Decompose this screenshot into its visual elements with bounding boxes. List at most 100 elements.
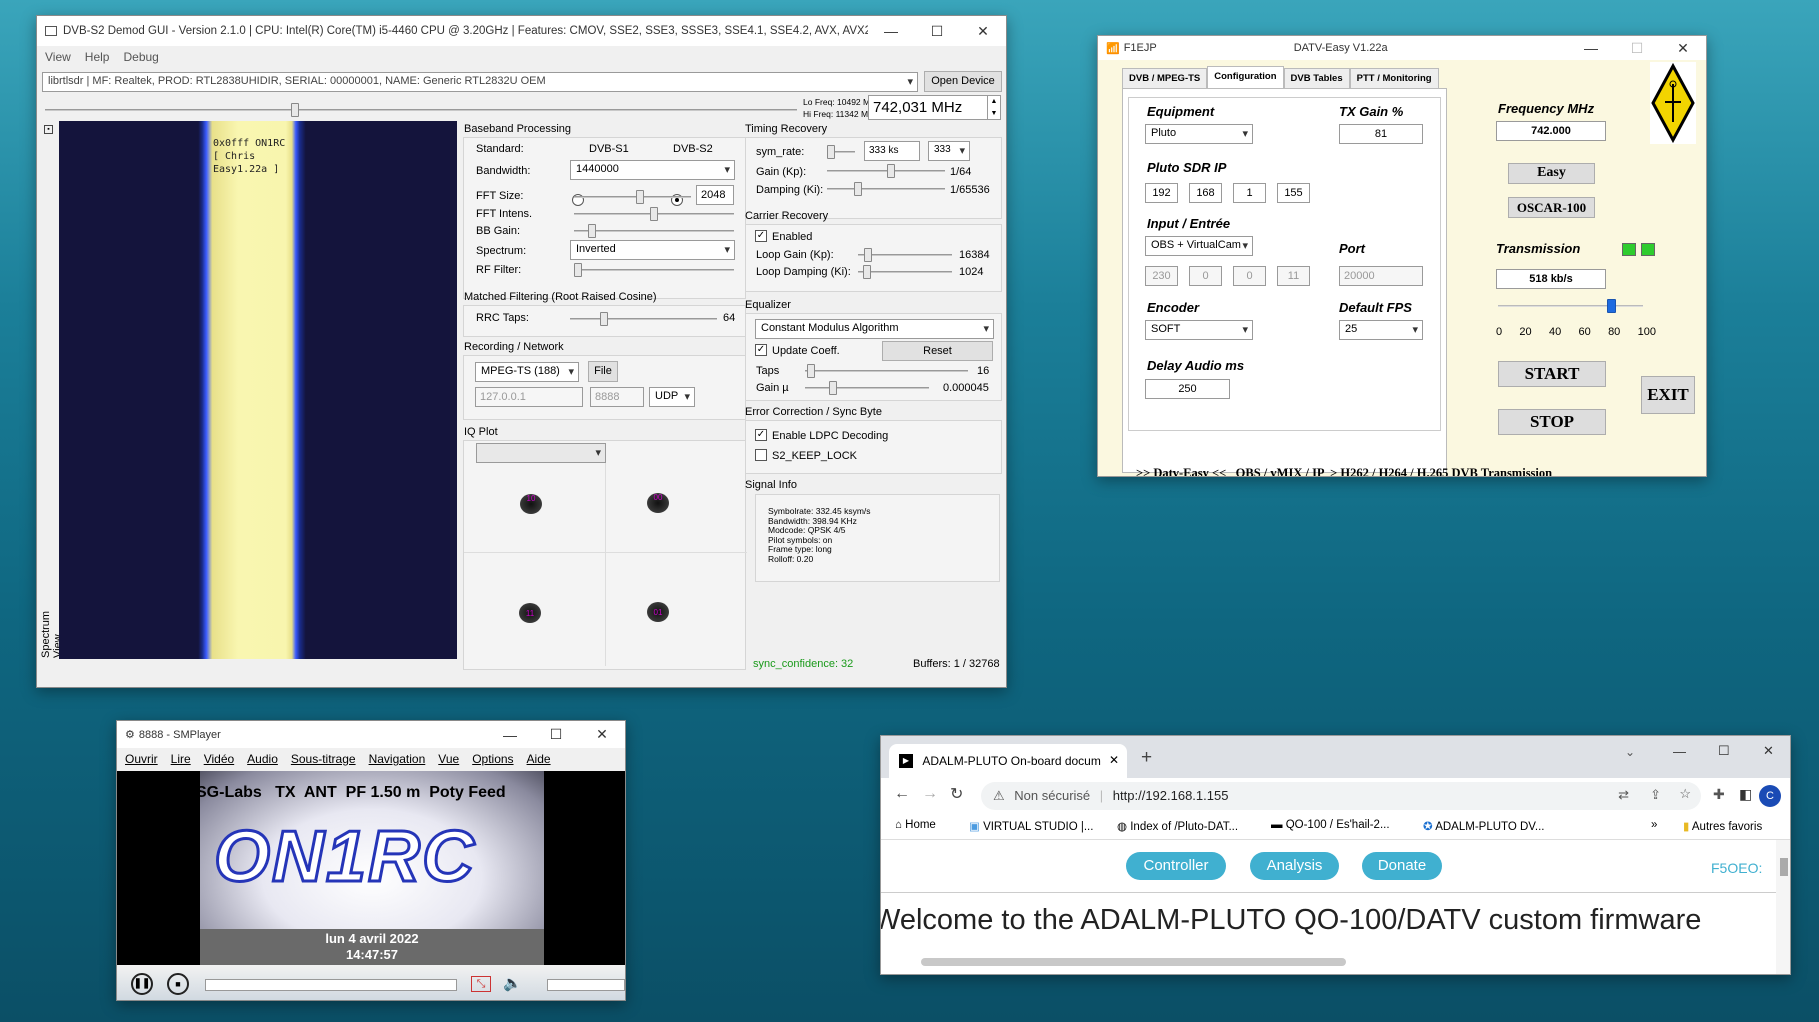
volume-bar[interactable] — [547, 979, 625, 991]
maximize-icon[interactable]: ☐ — [914, 23, 960, 40]
minimize-icon[interactable]: — — [1568, 40, 1614, 56]
freq-offset-slider[interactable] — [45, 103, 797, 117]
equalizer-algo-select[interactable]: Constant Modulus Algorithm — [755, 319, 994, 339]
menu-audio[interactable]: Audio — [247, 752, 278, 766]
loop-damping-slider[interactable] — [858, 265, 952, 279]
freq-spin-arrows[interactable]: ▲ ▼ — [987, 95, 1001, 120]
file-button[interactable]: File — [588, 361, 618, 382]
encoder-select[interactable]: SOFT — [1145, 320, 1253, 340]
bookmark-star-icon[interactable]: ☆ — [1679, 786, 1691, 802]
minimize-icon[interactable]: — — [868, 23, 914, 39]
menu-help[interactable]: Help — [85, 50, 110, 64]
menu-aide[interactable]: Aide — [527, 752, 551, 766]
recording-format-select[interactable]: MPEG-TS (188) — [475, 362, 579, 382]
eq-taps-slider[interactable] — [805, 364, 968, 378]
start-button[interactable]: START — [1498, 361, 1606, 387]
slider-handle[interactable] — [291, 103, 299, 117]
maximize-icon[interactable]: ☐ — [1718, 743, 1730, 759]
fft-size-slider[interactable] — [574, 190, 691, 204]
rrc-taps-slider[interactable] — [570, 312, 717, 326]
device-select[interactable]: librtlsdr | MF: Realtek, PROD: RTL2838UH… — [42, 72, 918, 92]
frequency-spinbox[interactable]: 742,031 MHz — [868, 95, 990, 120]
sidepanel-icon[interactable]: ◧ — [1739, 786, 1752, 803]
port-input[interactable]: 20000 — [1339, 266, 1423, 286]
bookmark-virtual-studio[interactable]: ▣ VIRTUAL STUDIO |... — [969, 819, 1093, 833]
open-device-button[interactable]: Open Device — [924, 71, 1002, 92]
slider-handle[interactable] — [650, 207, 658, 221]
reload-icon[interactable]: ↻ — [950, 784, 963, 804]
fft-size-input[interactable]: 2048 — [696, 185, 734, 205]
ip-octet-2[interactable]: 168 — [1189, 183, 1222, 203]
bookmark-other[interactable]: ▮ Autres favoris — [1683, 819, 1762, 833]
forward-icon[interactable]: → — [922, 785, 938, 803]
controller-button[interactable]: Controller — [1126, 852, 1226, 880]
pause-icon[interactable]: ❚❚ — [131, 973, 153, 995]
mcast-octet-4[interactable]: 11 — [1277, 266, 1310, 286]
bookmark-qo100[interactable]: ▬ QO-100 / Es'hail-2... — [1271, 819, 1390, 831]
slider-handle[interactable] — [864, 248, 872, 262]
slider-handle[interactable] — [636, 190, 644, 204]
stop-icon[interactable]: ■ — [167, 973, 189, 995]
loop-gain-slider[interactable] — [858, 248, 952, 262]
reset-button[interactable]: Reset — [882, 341, 993, 361]
menu-ouvrir[interactable]: Ouvrir — [125, 752, 158, 766]
sym-rate-input[interactable]: 333 ks — [864, 141, 920, 161]
address-bar[interactable]: ⚠ Non sécurisé | http://192.168.1.155 ⇄ … — [981, 782, 1701, 810]
timing-damping-slider[interactable] — [827, 182, 945, 196]
minimize-icon[interactable]: — — [1673, 744, 1686, 759]
close-icon[interactable]: ✕ — [579, 726, 625, 743]
maximize-icon[interactable]: ☐ — [1614, 40, 1660, 57]
fps-select[interactable]: 25 — [1339, 320, 1423, 340]
fullscreen-icon[interactable]: ⤡ — [471, 976, 491, 992]
browser-tab[interactable]: ▶ ADALM-PLUTO On-board docum ✕ — [889, 744, 1127, 778]
rate-slider[interactable] — [1498, 299, 1643, 313]
close-icon[interactable]: ✕ — [1763, 743, 1774, 759]
menu-options[interactable]: Options — [472, 752, 513, 766]
easy-button[interactable]: Easy — [1508, 163, 1595, 184]
timing-gain-slider[interactable] — [827, 164, 945, 178]
fft-intens-slider[interactable] — [574, 207, 734, 221]
close-icon[interactable]: ✕ — [1660, 40, 1706, 57]
translate-icon[interactable]: ⇄ — [1618, 787, 1629, 803]
mcast-octet-2[interactable]: 0 — [1189, 266, 1222, 286]
tab-configuration[interactable]: Configuration — [1207, 66, 1284, 89]
network-proto-select[interactable]: UDP — [649, 387, 695, 407]
rf-filter-slider[interactable] — [574, 263, 734, 277]
sym-rate-slider[interactable] — [827, 145, 855, 159]
bookmark-adalm[interactable]: ✪ ADALM-PLUTO DV... — [1423, 819, 1545, 833]
more-bookmarks-icon[interactable]: » — [1651, 819, 1657, 831]
menu-sous-titrage[interactable]: Sous-titrage — [291, 752, 356, 766]
equipment-select[interactable]: Pluto — [1145, 124, 1253, 144]
tx-gain-input[interactable]: 81 — [1339, 124, 1423, 144]
smplayer-titlebar[interactable]: ⚙ 8888 - SMPlayer — ☐ ✕ — [117, 721, 625, 748]
menu-video[interactable]: Vidéo — [204, 752, 234, 766]
bookmark-home[interactable]: ⌂ Home — [895, 819, 936, 831]
exit-button[interactable]: EXIT — [1641, 376, 1695, 414]
slider-handle[interactable] — [887, 164, 895, 178]
keep-lock-checkbox[interactable] — [755, 449, 767, 461]
bookmark-pluto-dat[interactable]: ◍ Index of /Pluto-DAT... — [1117, 819, 1238, 833]
oscar-100-button[interactable]: OSCAR-100 — [1508, 197, 1595, 218]
bb-gain-slider[interactable] — [574, 224, 734, 238]
vertical-scrollbar[interactable] — [1776, 840, 1790, 974]
dvb-titlebar[interactable]: DVB-S2 Demod GUI - Version 2.1.0 | CPU: … — [37, 16, 1006, 46]
carrier-enabled-checkbox[interactable]: ✓ — [755, 230, 767, 242]
seek-bar[interactable] — [205, 979, 457, 991]
eq-gain-slider[interactable] — [805, 381, 929, 395]
tab-search-icon[interactable]: ⌄ — [1625, 745, 1635, 759]
horizontal-scrollbar[interactable] — [921, 958, 1346, 966]
close-icon[interactable]: ✕ — [960, 23, 1006, 40]
tab-dvb-mpegts[interactable]: DVB / MPEG-TS — [1122, 68, 1208, 89]
ip-octet-4[interactable]: 155 — [1277, 183, 1310, 203]
mcast-octet-1[interactable]: 230 — [1145, 266, 1178, 286]
datv-titlebar[interactable]: 📶 F1EJP DATV-Easy V1.22a — ☐ ✕ — [1098, 36, 1706, 60]
input-select[interactable]: OBS + VirtualCam — [1145, 236, 1253, 256]
profile-avatar[interactable]: C — [1759, 785, 1781, 807]
spectrum-select[interactable]: Inverted — [570, 240, 735, 260]
mcast-octet-3[interactable]: 0 — [1233, 266, 1266, 286]
sym-rate-select[interactable]: 333 — [928, 141, 970, 161]
menu-vue[interactable]: Vue — [438, 752, 459, 766]
minimize-icon[interactable]: — — [487, 727, 533, 743]
slider-handle[interactable] — [574, 263, 582, 277]
waterfall-display[interactable]: 0x0fff ON1RC [ Chris Easy1.22a ] — [59, 121, 457, 659]
